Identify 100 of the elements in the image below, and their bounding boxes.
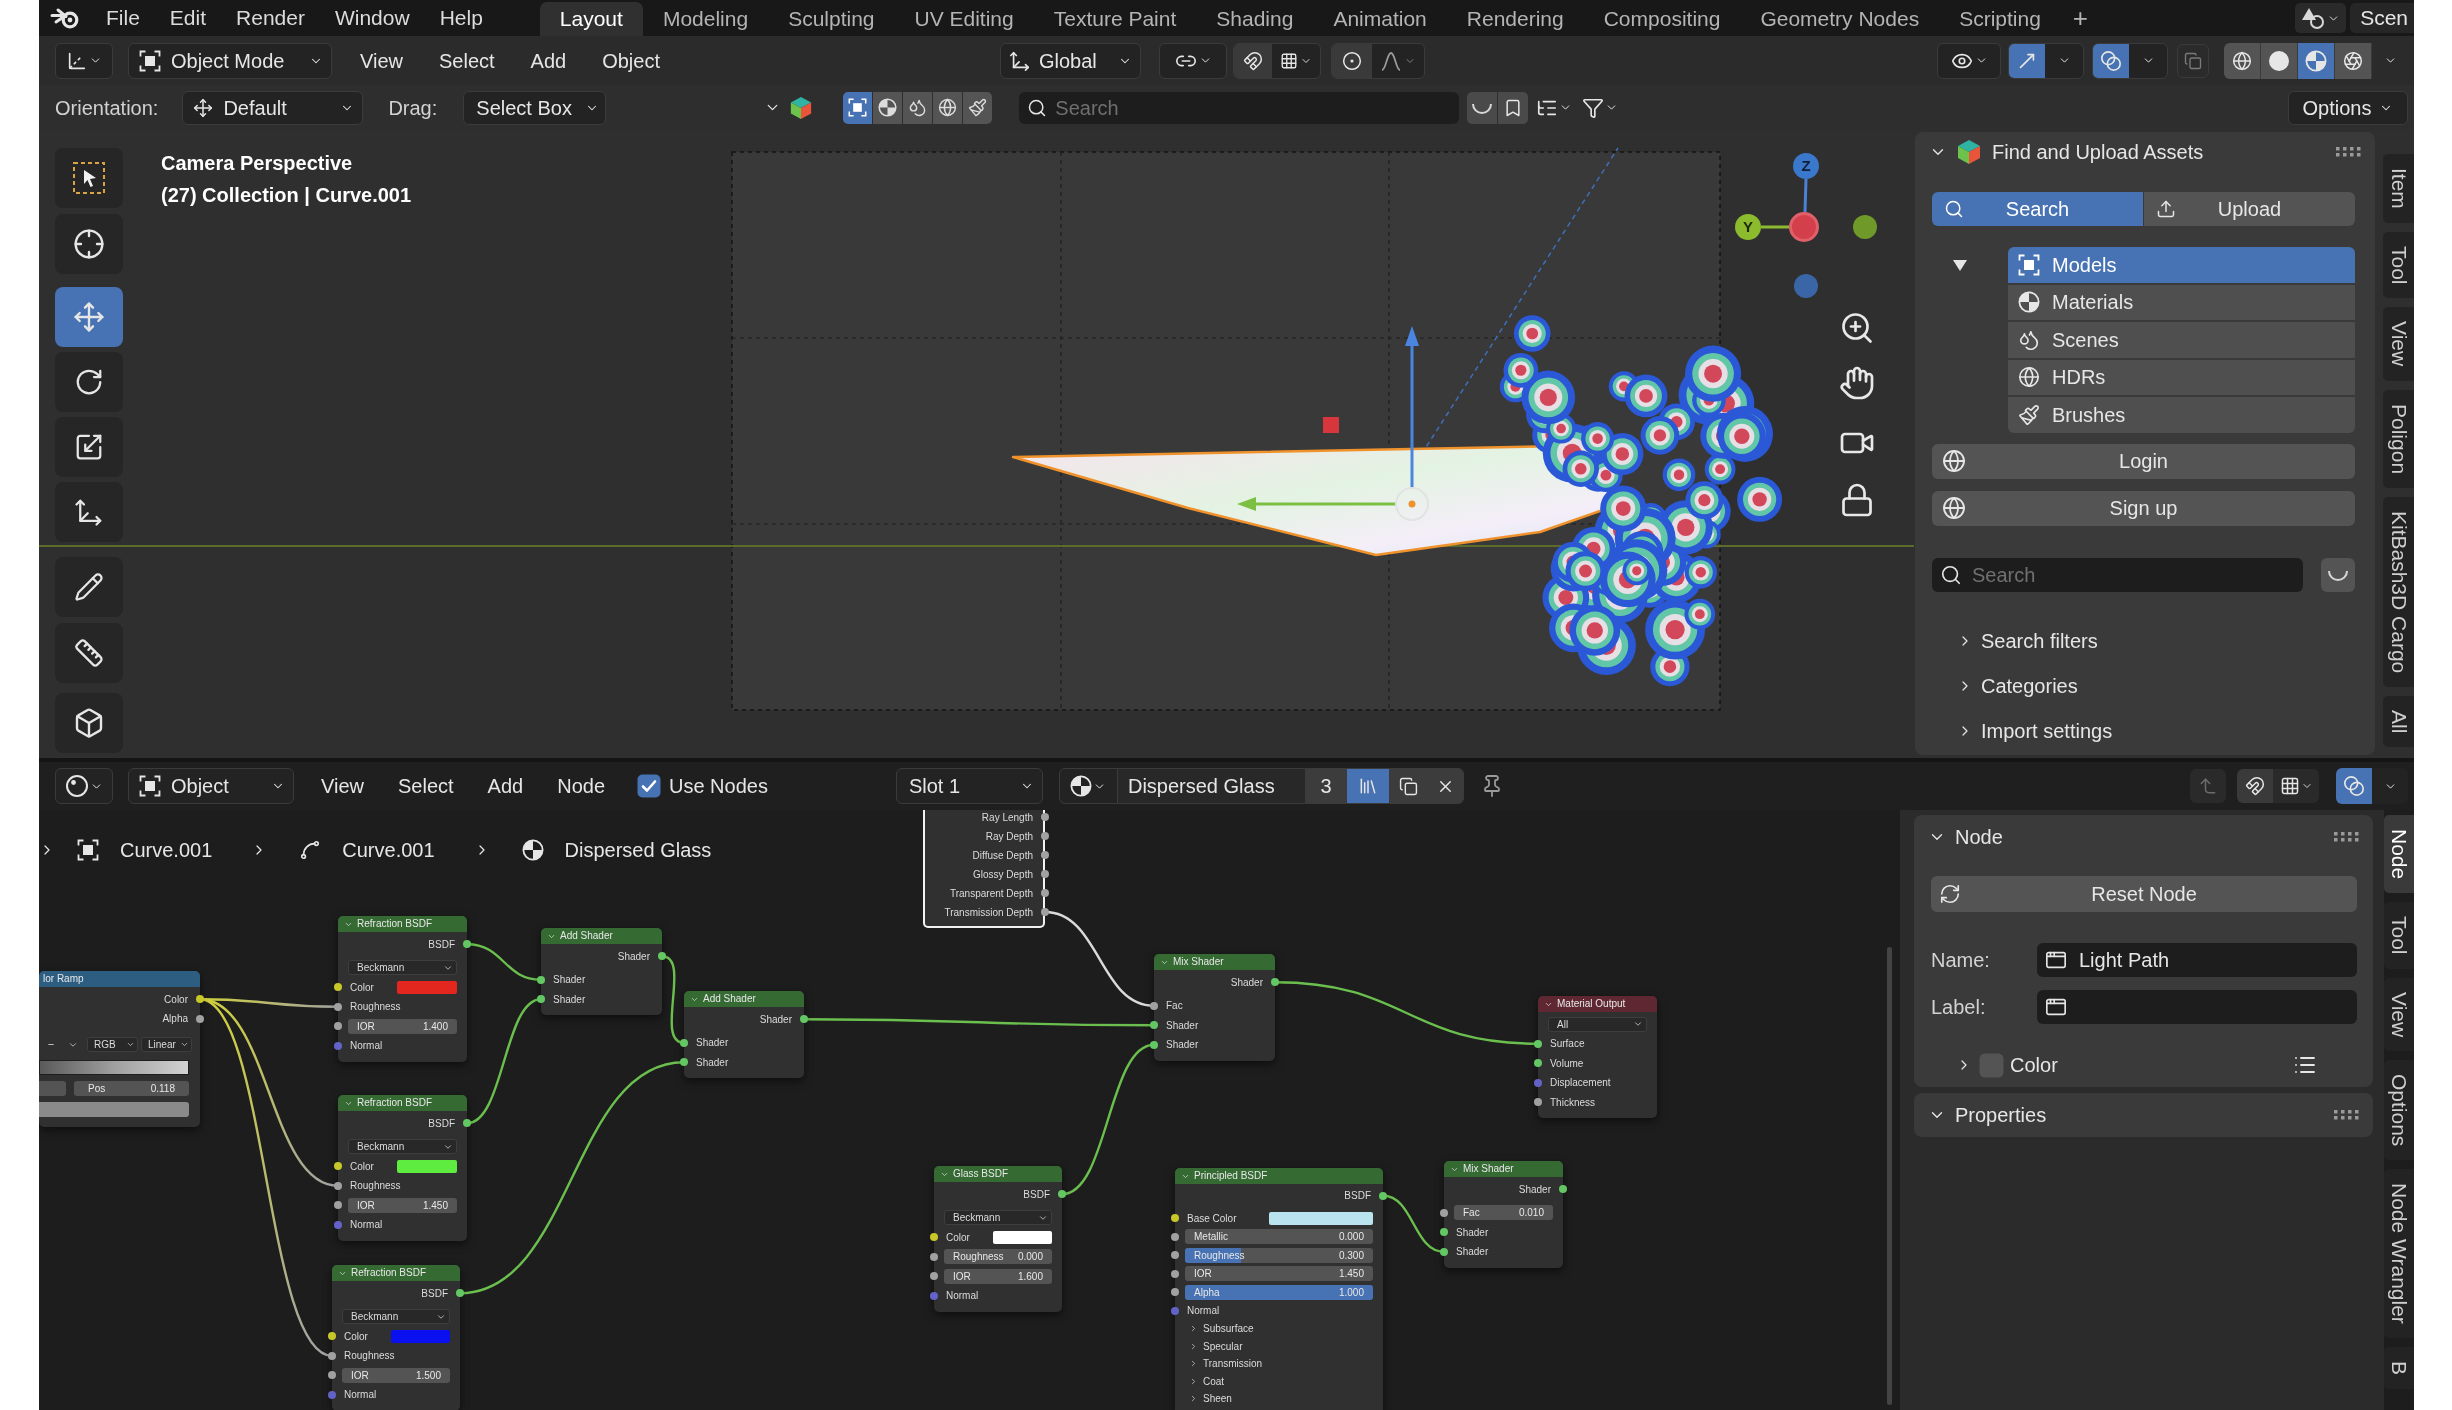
socket-icon[interactable] bbox=[1271, 978, 1279, 987]
shading-mode-button[interactable] bbox=[2224, 42, 2260, 79]
menu-item[interactable]: Add bbox=[512, 42, 585, 79]
scene-name-field[interactable]: Scen bbox=[2350, 3, 2414, 33]
socket-icon[interactable] bbox=[930, 1252, 938, 1261]
menu-item[interactable]: Window bbox=[319, 0, 425, 36]
gizmo-toggle[interactable] bbox=[2009, 43, 2045, 78]
stop-index-field[interactable] bbox=[39, 1081, 66, 1096]
tool-button[interactable] bbox=[55, 623, 123, 683]
node-panel-toggle[interactable]: Sheen bbox=[1175, 1390, 1383, 1408]
mode-dropdown[interactable]: Object Mode bbox=[128, 42, 332, 79]
node-dropdown[interactable]: Beckmann bbox=[342, 1309, 450, 1325]
value-slider[interactable]: IOR 1.400 bbox=[348, 1018, 457, 1034]
arc-button[interactable] bbox=[2321, 557, 2355, 592]
sidebar-tab[interactable]: View bbox=[2384, 977, 2414, 1051]
socket-icon[interactable] bbox=[1534, 1039, 1542, 1048]
color-swatch[interactable] bbox=[397, 1159, 457, 1173]
asset-type-item[interactable]: Scenes bbox=[2008, 322, 2355, 358]
axis-handle-icon[interactable] bbox=[1789, 212, 1819, 242]
socket-icon[interactable] bbox=[196, 1014, 204, 1023]
asset-type-toggle[interactable] bbox=[963, 91, 993, 124]
menu-item[interactable]: Add bbox=[470, 768, 541, 804]
socket-icon[interactable] bbox=[334, 1162, 342, 1171]
mode-dropdown[interactable]: Object bbox=[128, 768, 294, 804]
position-field[interactable]: Pos 0.118 bbox=[74, 1081, 189, 1096]
editor-type-button[interactable] bbox=[55, 42, 113, 79]
socket-icon[interactable] bbox=[800, 1015, 808, 1024]
socket-icon[interactable] bbox=[1041, 851, 1049, 859]
mode-tab[interactable]: Upload bbox=[2144, 192, 2355, 226]
socket-icon[interactable] bbox=[680, 1058, 688, 1067]
socket-icon[interactable] bbox=[930, 1272, 938, 1281]
account-button[interactable]: Login bbox=[1932, 443, 2355, 479]
value-slider[interactable]: Roughness 0.000 bbox=[944, 1249, 1052, 1265]
hand-icon[interactable] bbox=[1839, 365, 1875, 401]
account-button[interactable]: Sign up bbox=[1932, 490, 2355, 526]
sidebar-tab[interactable]: Node Wrangler bbox=[2384, 1169, 2414, 1339]
socket-icon[interactable] bbox=[1041, 813, 1049, 821]
value-slider[interactable]: IOR 1.450 bbox=[1185, 1266, 1373, 1282]
socket-icon[interactable] bbox=[328, 1332, 336, 1341]
scrollbar[interactable] bbox=[1887, 947, 1892, 1405]
value-slider[interactable]: Alpha 1.000 bbox=[1185, 1284, 1373, 1300]
reset-node-button[interactable]: Reset Node bbox=[1931, 876, 2357, 912]
value-slider[interactable]: IOR 1.500 bbox=[342, 1367, 450, 1383]
asset-type-toggle[interactable] bbox=[903, 91, 933, 124]
socket-icon[interactable] bbox=[537, 995, 545, 1004]
socket-icon[interactable] bbox=[334, 983, 342, 992]
value-slider[interactable]: IOR 1.450 bbox=[348, 1197, 457, 1213]
color-swatch[interactable] bbox=[390, 1329, 450, 1343]
socket-icon[interactable] bbox=[1379, 1191, 1387, 1200]
snap-toggle[interactable] bbox=[1234, 43, 1272, 78]
xray-toggle[interactable] bbox=[2177, 43, 2209, 78]
sidebar-tab[interactable]: Options bbox=[2384, 1059, 2414, 1161]
move-gizmo[interactable] bbox=[1237, 326, 1429, 521]
socket-icon[interactable] bbox=[1041, 870, 1049, 878]
menu-item[interactable]: Node bbox=[540, 768, 622, 804]
section-toggle[interactable]: Search filters bbox=[1915, 618, 2375, 664]
color-checkbox[interactable] bbox=[1979, 1052, 2004, 1078]
proportional-editing-toggle[interactable] bbox=[1332, 43, 1372, 78]
grip-icon[interactable] bbox=[2334, 832, 2359, 842]
menu-item[interactable]: View bbox=[342, 42, 421, 79]
z-axis-handle[interactable]: Z bbox=[1793, 153, 1819, 179]
asset-type-toggle[interactable] bbox=[843, 91, 873, 124]
shading-mode-button[interactable] bbox=[2298, 42, 2334, 79]
sidebar-tab[interactable]: KitBash3D Cargo bbox=[2383, 496, 2414, 687]
zoom-in-icon[interactable] bbox=[1839, 310, 1875, 346]
tool-button[interactable] bbox=[55, 693, 123, 753]
socket-icon[interactable] bbox=[1150, 1001, 1158, 1010]
shading-mode-button[interactable] bbox=[2335, 42, 2371, 79]
socket-icon[interactable] bbox=[1041, 889, 1049, 897]
menu-item[interactable]: Help bbox=[424, 0, 498, 36]
socket-icon[interactable] bbox=[1440, 1208, 1448, 1217]
socket-icon[interactable] bbox=[334, 1002, 342, 1011]
workspace-tab[interactable]: Texture Paint bbox=[1033, 2, 1197, 36]
sidebar-tab[interactable]: Tool bbox=[2384, 902, 2414, 969]
value-slider[interactable]: Metallic 0.000 bbox=[1185, 1229, 1373, 1245]
node-panel-toggle[interactable]: Specular bbox=[1175, 1337, 1383, 1355]
options-dropdown[interactable]: Options bbox=[2288, 90, 2408, 125]
editor-type-button[interactable] bbox=[55, 768, 113, 804]
tool-button[interactable] bbox=[55, 417, 123, 477]
socket-icon[interactable] bbox=[456, 1289, 464, 1298]
socket-icon[interactable] bbox=[1150, 1040, 1158, 1049]
socket-icon[interactable] bbox=[1041, 908, 1049, 916]
socket-icon[interactable] bbox=[658, 952, 666, 961]
menu-item[interactable]: Edit bbox=[154, 0, 222, 36]
menu-item[interactable]: Select bbox=[381, 768, 471, 804]
sidebar-tab[interactable]: Poligon bbox=[2383, 389, 2414, 488]
axis-handle-icon[interactable] bbox=[1794, 274, 1818, 298]
arc-button[interactable] bbox=[1467, 91, 1498, 124]
asset-type-item[interactable]: Models bbox=[2008, 247, 2355, 283]
workspace-tab[interactable]: UV Editing bbox=[894, 2, 1034, 36]
asset-type-toggle[interactable] bbox=[933, 91, 963, 124]
workspace-tab[interactable]: Layout bbox=[539, 2, 643, 36]
socket-icon[interactable] bbox=[1440, 1228, 1448, 1237]
sidebar-tab[interactable]: Item bbox=[2383, 154, 2414, 223]
orientation-dropdown[interactable]: Default bbox=[182, 90, 364, 125]
value-slider[interactable]: Fac 0.010 bbox=[1454, 1205, 1553, 1221]
menu-item[interactable]: File bbox=[91, 0, 155, 36]
tool-button[interactable] bbox=[55, 148, 123, 208]
node-panel-toggle[interactable]: Subsurface bbox=[1175, 1320, 1383, 1338]
asset-type-toggle[interactable] bbox=[873, 91, 903, 124]
